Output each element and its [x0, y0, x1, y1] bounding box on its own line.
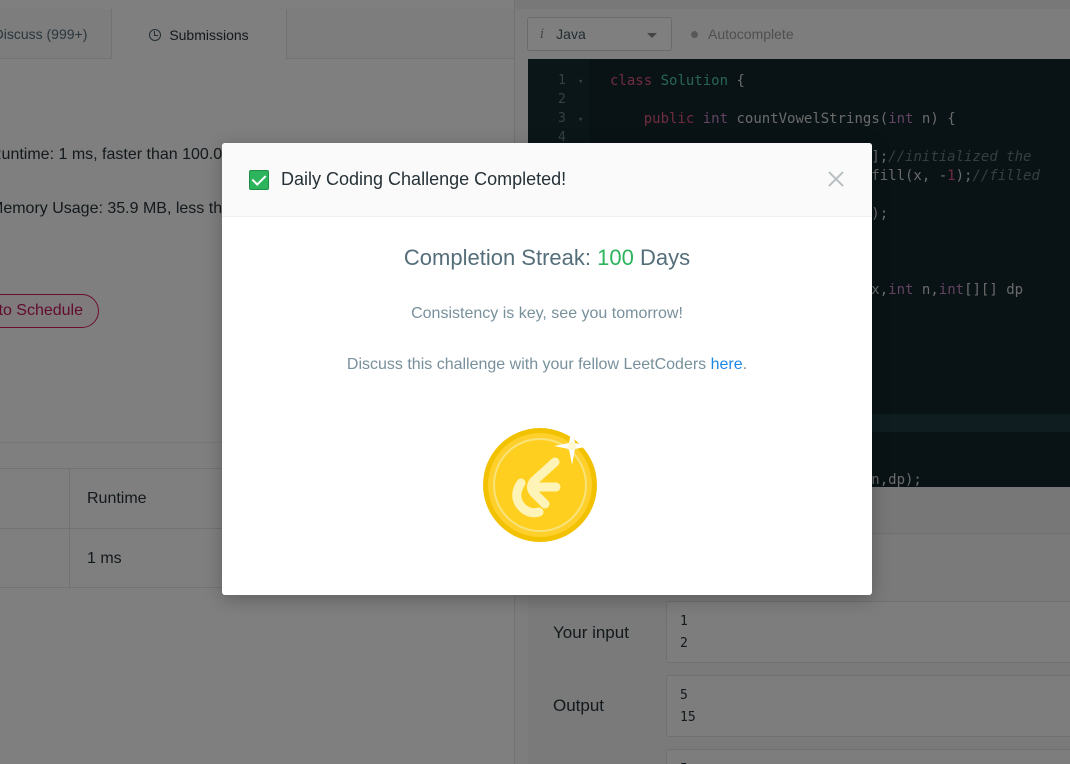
discuss-period: .	[742, 356, 748, 373]
streak-prefix: Completion Streak:	[403, 245, 598, 270]
modal-header: Daily Coding Challenge Completed!	[222, 143, 872, 217]
streak-days-count: 100	[597, 245, 634, 270]
streak-suffix: Days	[633, 245, 691, 270]
discuss-message: Discuss this challenge with your fellow …	[222, 356, 872, 374]
daily-challenge-modal: Daily Coding Challenge Completed! Comple…	[222, 143, 872, 595]
discuss-text: Discuss this challenge with your fellow …	[346, 356, 711, 373]
discuss-here-link[interactable]: here	[711, 356, 743, 373]
completion-streak: Completion Streak: 100 Days	[222, 245, 872, 271]
consistency-message: Consistency is key, see you tomorrow!	[411, 305, 683, 322]
modal-title: Daily Coding Challenge Completed!	[281, 169, 567, 189]
close-icon[interactable]	[824, 167, 848, 191]
checkmark-icon	[249, 169, 269, 190]
leetcode-coin-icon	[483, 427, 597, 542]
